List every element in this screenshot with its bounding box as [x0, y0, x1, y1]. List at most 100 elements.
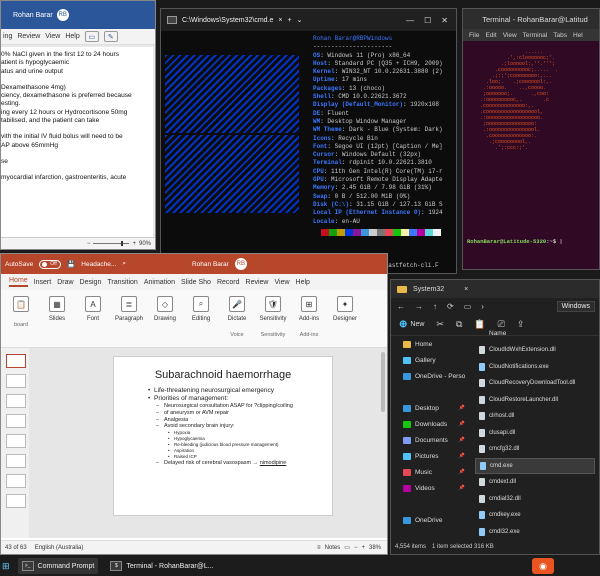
- minimize-icon[interactable]: —: [406, 16, 414, 25]
- term-menu-help[interactable]: Hel: [573, 32, 583, 39]
- search-icon[interactable]: ⌕: [122, 260, 126, 268]
- word-page[interactable]: 0% NaCl given in the first 12 to 24 hour…: [1, 47, 153, 238]
- file-row[interactable]: cmdial32.dll: [475, 491, 595, 508]
- save-icon[interactable]: 💾: [67, 260, 75, 268]
- file-row[interactable]: CloudRecoveryDownloadTool.dll: [475, 375, 595, 392]
- chevron-down-icon[interactable]: ⌄: [297, 16, 303, 24]
- file-row[interactable]: cmdext.dll: [475, 474, 595, 491]
- ribbon-drawing-button[interactable]: ◇ Drawing: [149, 296, 181, 347]
- ppt-tab-home[interactable]: Home: [9, 277, 28, 287]
- slide-bullet-list[interactable]: Life-threatening neurosurgical emergency…: [148, 387, 324, 467]
- term-menu-edit[interactable]: Edit: [485, 32, 496, 39]
- ppt-tab-record[interactable]: Record: [217, 279, 240, 286]
- close-icon[interactable]: ✕: [441, 16, 448, 25]
- ppt-tab-slide-sho[interactable]: Slide Sho: [181, 279, 211, 286]
- zoom-slider[interactable]: [93, 241, 130, 246]
- file-row[interactable]: cmdkey.exe: [475, 507, 595, 524]
- sidebar-item-music[interactable]: Music 📌: [391, 464, 469, 480]
- paste-icon[interactable]: 📋: [474, 319, 485, 330]
- file-row[interactable]: clusapi.dll: [475, 425, 595, 442]
- file-row[interactable]: CloudRestoreLauncher.dll: [475, 392, 595, 409]
- file-row[interactable]: cmdl32.exe: [475, 524, 595, 541]
- term-menu-tabs[interactable]: Tabs: [553, 32, 567, 39]
- cmd-title[interactable]: C:\Windows\System32\cmd.e: [182, 17, 273, 24]
- sidebar-item-home[interactable]: Home: [391, 336, 469, 352]
- slide-thumbnail[interactable]: [6, 454, 26, 468]
- slide-bullet[interactable]: Avoid secondary brain injury:: [148, 423, 324, 430]
- ribbon-add-ins-button[interactable]: ⊞ Add-ins Add-ins: [293, 296, 325, 347]
- forward-arrow-icon[interactable]: →: [415, 302, 423, 311]
- ppt-zoom-level[interactable]: 38%: [369, 545, 381, 551]
- ppt-tab-design[interactable]: Design: [80, 279, 102, 286]
- name-column-header[interactable]: Name: [475, 330, 595, 342]
- new-button[interactable]: ⊕ New: [399, 319, 424, 330]
- sidebar-item-pictures[interactable]: Pictures 📌: [391, 448, 469, 464]
- ribbon-slides-button[interactable]: ▦ Slides: [41, 296, 73, 347]
- ppt-tab-insert[interactable]: Insert: [34, 279, 52, 286]
- normal-view-icon[interactable]: ▭: [344, 544, 350, 551]
- file-row[interactable]: CloudIdWxhExtension.dll: [475, 342, 595, 359]
- ubuntu-app-icon[interactable]: ◉: [532, 558, 554, 574]
- term-menu-terminal[interactable]: Terminal: [523, 32, 548, 39]
- notes-button[interactable]: Notes: [325, 545, 341, 551]
- ppt-tab-help[interactable]: Help: [296, 279, 310, 286]
- slide-canvas[interactable]: Subarachnoid haemorrhage Life-threatenin…: [113, 356, 333, 516]
- zoom-out-icon[interactable]: −: [354, 545, 358, 551]
- slide-thumbnail[interactable]: [6, 414, 26, 428]
- copy-icon[interactable]: ⧉: [456, 319, 462, 330]
- word-tab-mailings[interactable]: ing: [3, 33, 12, 40]
- back-arrow-icon[interactable]: ←: [397, 302, 405, 311]
- ribbon-sensitivity-button[interactable]: 🛡 Sensitivity Sensitivity: [257, 296, 289, 347]
- word-avatar[interactable]: RB: [56, 9, 69, 21]
- ppt-tab-review[interactable]: Review: [246, 279, 269, 286]
- slide-title[interactable]: Subarachnoid haemorrhage: [122, 369, 324, 381]
- slide-bullet[interactable]: Delayed risk of cerebral vasospasm → nim…: [148, 460, 324, 467]
- zoom-out-icon[interactable]: −: [87, 241, 91, 247]
- ppt-avatar[interactable]: RB: [234, 258, 247, 270]
- autosave-toggle[interactable]: Off: [39, 259, 62, 269]
- ppt-tab-draw[interactable]: Draw: [57, 279, 73, 286]
- ppt-tab-view[interactable]: View: [274, 279, 289, 286]
- slide-bullet[interactable]: Life-threatening neurosurgical emergency: [148, 387, 324, 395]
- zoom-in-icon[interactable]: +: [361, 545, 365, 551]
- cmd-console[interactable]: Rohan Barar@RBPWindows -----------------…: [161, 31, 456, 273]
- maximize-icon[interactable]: ☐: [424, 16, 431, 25]
- ribbon-font-button[interactable]: A Font: [77, 296, 109, 347]
- file-row[interactable]: cmcfg32.dll: [475, 441, 595, 458]
- slide-bullet[interactable]: Neurosurgical consultation ASAP for ?cli…: [148, 403, 324, 410]
- editing-pen-icon[interactable]: ✎: [103, 31, 118, 42]
- word-tab-review[interactable]: Review: [17, 33, 40, 40]
- share-icon[interactable]: ⇪: [517, 319, 525, 330]
- slide-thumbnail[interactable]: [6, 494, 26, 508]
- ribbon-designer-button[interactable]: ✦ Designer: [329, 296, 361, 347]
- file-row[interactable]: CloudNotifications.exe: [475, 359, 595, 376]
- term-title[interactable]: Terminal - RohanBarar@Latitud: [463, 9, 599, 29]
- sidebar-item-desktop[interactable]: Desktop 📌: [391, 400, 469, 416]
- ribbon-editing-button[interactable]: ⌕ Editing: [185, 296, 217, 347]
- notes-icon[interactable]: ≡: [317, 545, 321, 551]
- zoom-in-icon[interactable]: +: [132, 241, 136, 247]
- comment-icon[interactable]: ▭: [84, 31, 99, 42]
- word-tab-view[interactable]: View: [45, 33, 60, 40]
- ppt-doc-name[interactable]: Headache...: [81, 261, 116, 268]
- cut-icon[interactable]: ✂: [436, 319, 444, 330]
- new-tab-icon[interactable]: +: [288, 17, 292, 24]
- term-menu-view[interactable]: View: [503, 32, 517, 39]
- ppt-tab-animation[interactable]: Animation: [144, 279, 175, 286]
- word-tab-help[interactable]: Help: [65, 33, 79, 40]
- file-row[interactable]: clrhost.dll: [475, 408, 595, 425]
- ribbon-paragraph-button[interactable]: ≣ Paragraph: [113, 296, 145, 347]
- clipboard-group[interactable]: 📋 board: [5, 296, 37, 347]
- ribbon-dictate-button[interactable]: 🎤 Dictate Voice: [221, 296, 253, 347]
- close-tab-icon[interactable]: ×: [464, 286, 468, 293]
- up-arrow-icon[interactable]: ↑: [433, 302, 437, 311]
- term-menu-file[interactable]: File: [469, 32, 479, 39]
- slide-scrollbar[interactable]: [381, 352, 385, 412]
- slide-bullet[interactable]: of aneurysm or AVM repair: [148, 410, 324, 417]
- word-zoom-level[interactable]: 90%: [139, 241, 151, 247]
- sidebar-item-onedrive[interactable]: OneDrive - Perso: [391, 368, 469, 384]
- explorer-tab-title[interactable]: System32: [413, 286, 444, 293]
- hyperlink-text[interactable]: nimodipine: [260, 460, 287, 466]
- sidebar-item-downloads[interactable]: Downloads 📌: [391, 416, 469, 432]
- ppt-tab-transition[interactable]: Transition: [107, 279, 137, 286]
